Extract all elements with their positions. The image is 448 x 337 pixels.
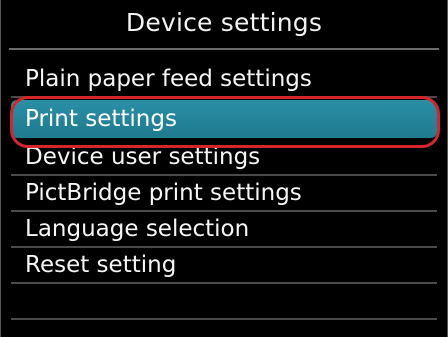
settings-menu: Plain paper feed settings Print settings… bbox=[11, 62, 437, 320]
menu-item-print-settings[interactable]: Print settings bbox=[11, 100, 437, 138]
menu-item-plain-paper-feed-settings[interactable]: Plain paper feed settings bbox=[11, 62, 437, 98]
lcd-screen: Device settings Plain paper feed setting… bbox=[0, 0, 448, 337]
menu-item-reset-setting[interactable]: Reset setting bbox=[11, 248, 437, 284]
menu-item-pictbridge-print-settings[interactable]: PictBridge print settings bbox=[11, 176, 437, 212]
menu-item-device-user-settings[interactable]: Device user settings bbox=[11, 140, 437, 176]
title-divider bbox=[9, 48, 439, 50]
menu-item-empty bbox=[11, 284, 437, 320]
screen-title: Device settings bbox=[125, 8, 323, 37]
menu-item-language-selection[interactable]: Language selection bbox=[11, 212, 437, 248]
